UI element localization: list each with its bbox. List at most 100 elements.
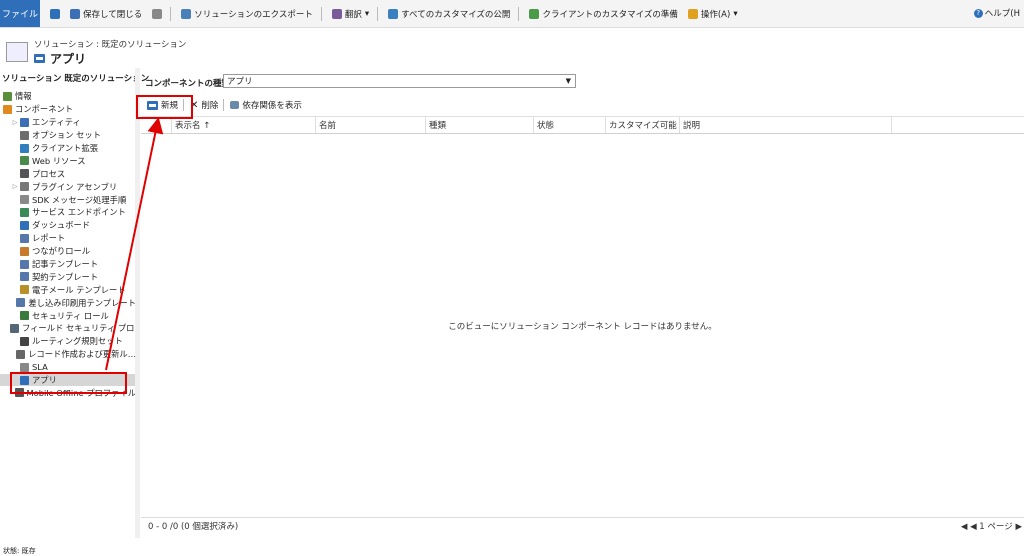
- sidebar-item-label: プラグイン アセンブリ: [32, 181, 118, 192]
- grid-header: 表示名 ↑ 名前 種類 状態 カスタマイズ可能 説明: [141, 116, 1024, 134]
- sidebar-item-label: 差し込み印刷用テンプレート: [28, 297, 136, 308]
- page-title: アプリ: [34, 50, 86, 67]
- file-button[interactable]: ファイル: [0, 0, 40, 27]
- help-label: ヘルプ(H: [984, 9, 1020, 19]
- sidebar-item[interactable]: ▷ プラグイン アセンブリ: [0, 180, 136, 193]
- sidebar-item[interactable]: オプション セット: [0, 129, 136, 142]
- item-icon: [3, 104, 12, 114]
- item-icon: [20, 220, 29, 230]
- sidebar-item[interactable]: 差し込み印刷用テンプレート: [0, 296, 136, 309]
- sidebar-item[interactable]: サービス エンドポイント: [0, 206, 136, 219]
- sidebar-item[interactable]: SDK メッセージ処理手順: [0, 193, 136, 206]
- sidebar-item-label: セキュリティ ロール: [32, 310, 109, 321]
- help-button[interactable]: ? ヘルプ(H: [973, 7, 1020, 19]
- grid-footer: 0 - 0 /0 (0 個選択済み) ◀ ◀ 1 ページ ▶: [141, 517, 1024, 534]
- item-icon: [20, 130, 29, 140]
- sidebar-item[interactable]: つながりロール: [0, 245, 136, 258]
- expand-icon[interactable]: ▷: [10, 119, 20, 126]
- translate-button[interactable]: 翻訳 ▾: [331, 8, 370, 20]
- translate-icon: [331, 8, 342, 19]
- sidebar-item[interactable]: 契約テンプレート: [0, 270, 136, 283]
- sidebar-splitter[interactable]: [135, 68, 140, 538]
- column-customizable[interactable]: カスタマイズ可能: [605, 117, 679, 133]
- sidebar-item[interactable]: ダッシュボード: [0, 219, 136, 232]
- sidebar-item-label: コンポーネント: [15, 104, 74, 115]
- show-deps-label: 依存関係を表示: [242, 101, 302, 111]
- item-icon: [20, 143, 29, 153]
- sidebar-item-label: フィールド セキュリティ プロ…: [22, 323, 136, 334]
- actions-label: 操作(A): [700, 9, 731, 20]
- sidebar: ソリューション 既定のソリューション 情報コンポーネント ▷ エンティティ オプション…: [0, 68, 149, 538]
- sidebar-item-label: レポート: [32, 233, 66, 244]
- sidebar-item-label: 電子メール テンプレート: [32, 284, 126, 295]
- item-icon: [20, 117, 29, 127]
- item-icon: [10, 323, 19, 333]
- delete-button[interactable]: ✕ 削除: [190, 99, 219, 112]
- sidebar-item-label: つながりロール: [32, 246, 91, 257]
- sidebar-item-label: Web リソース: [32, 155, 86, 166]
- save-close-button[interactable]: 保存して閉じる: [70, 8, 142, 20]
- sidebar-item[interactable]: 情報: [0, 90, 136, 103]
- chevron-down-icon: ▾: [733, 8, 738, 19]
- item-icon: [20, 246, 29, 256]
- sidebar-item[interactable]: フィールド セキュリティ プロ…: [0, 322, 136, 335]
- export-label: ソリューションのエクスポート: [194, 9, 313, 20]
- breadcrumb: ソリューション : 既定のソリューション: [34, 40, 187, 50]
- show-dependencies-button[interactable]: 依存関係を表示: [230, 99, 302, 111]
- column-status[interactable]: 状態: [533, 117, 605, 133]
- print-button[interactable]: [152, 8, 163, 19]
- save-icon: [50, 8, 60, 19]
- column-type[interactable]: 種類: [425, 117, 533, 133]
- sidebar-item-label: ダッシュボード: [32, 220, 91, 231]
- item-icon: [20, 362, 29, 372]
- sidebar-item[interactable]: レポート: [0, 232, 136, 245]
- sidebar-item-label: レコード作成および更新ル…: [28, 349, 136, 360]
- sidebar-item[interactable]: セキュリティ ロール: [0, 309, 136, 322]
- ribbon: ファイル 保存して閉じる ソリューションのエクスポート 翻訳 ▾ すべてのカスタマ…: [0, 0, 1024, 28]
- sidebar-item[interactable]: 電子メール テンプレート: [0, 283, 136, 296]
- chevron-down-icon: ▾: [364, 8, 370, 19]
- publish-all-button[interactable]: すべてのカスタマイズの公開: [388, 8, 510, 20]
- select-all-column[interactable]: [141, 117, 171, 133]
- column-display-name[interactable]: 表示名 ↑: [171, 117, 315, 133]
- sidebar-item[interactable]: プロセス: [0, 167, 136, 180]
- separator: [170, 6, 172, 21]
- sidebar-item[interactable]: ▷ エンティティ: [0, 116, 136, 129]
- export-button[interactable]: ソリューションのエクスポート: [181, 8, 313, 20]
- component-type-select[interactable]: アプリ ▼: [223, 74, 576, 88]
- status-text: 状態: 既存: [3, 547, 36, 555]
- item-icon: [20, 195, 29, 205]
- actions-button[interactable]: 操作(A) ▾: [687, 8, 738, 20]
- sidebar-item-label: オプション セット: [32, 130, 102, 141]
- prepare-client-button[interactable]: クライアントのカスタマイズの準備: [529, 8, 678, 20]
- sidebar-item[interactable]: クライアント拡張: [0, 142, 136, 155]
- sidebar-item[interactable]: ルーティング規則セット: [0, 335, 136, 348]
- column-description[interactable]: 説明: [679, 117, 891, 133]
- item-icon: [20, 259, 29, 269]
- save-icon-button[interactable]: [50, 8, 60, 19]
- sidebar-title: ソリューション 既定のソリューション: [2, 74, 150, 84]
- separator: [377, 6, 379, 21]
- sidebar-item-label: 情報: [15, 91, 32, 102]
- separator: [518, 6, 520, 21]
- pager[interactable]: ◀ ◀ 1 ページ ▶: [961, 520, 1022, 532]
- save-close-label: 保存して閉じる: [83, 9, 143, 20]
- separator: [223, 99, 225, 111]
- main-content: コンポーネントの種類 アプリ ▼ 新規 ✕ 削除 依存関係を表示 表示名 ↑ 名前…: [141, 70, 1024, 540]
- save-close-icon: [70, 8, 80, 19]
- sidebar-item[interactable]: Web リソース: [0, 154, 136, 167]
- item-icon: [20, 233, 29, 243]
- sidebar-item[interactable]: レコード作成および更新ル…: [0, 348, 136, 361]
- item-icon: [16, 298, 26, 308]
- page-title-text: アプリ: [50, 52, 87, 66]
- sidebar-item[interactable]: コンポーネント: [0, 103, 136, 116]
- print-icon: [152, 8, 163, 19]
- expand-icon[interactable]: ▷: [10, 183, 20, 190]
- item-icon: [20, 311, 29, 321]
- delete-label: 削除: [201, 101, 219, 111]
- column-name[interactable]: 名前: [315, 117, 425, 133]
- sidebar-item-label: ルーティング規則セット: [32, 336, 123, 347]
- client-icon: [529, 8, 540, 19]
- publish-all-label: すべてのカスタマイズの公開: [401, 9, 511, 20]
- sidebar-item[interactable]: 記事テンプレート: [0, 258, 136, 271]
